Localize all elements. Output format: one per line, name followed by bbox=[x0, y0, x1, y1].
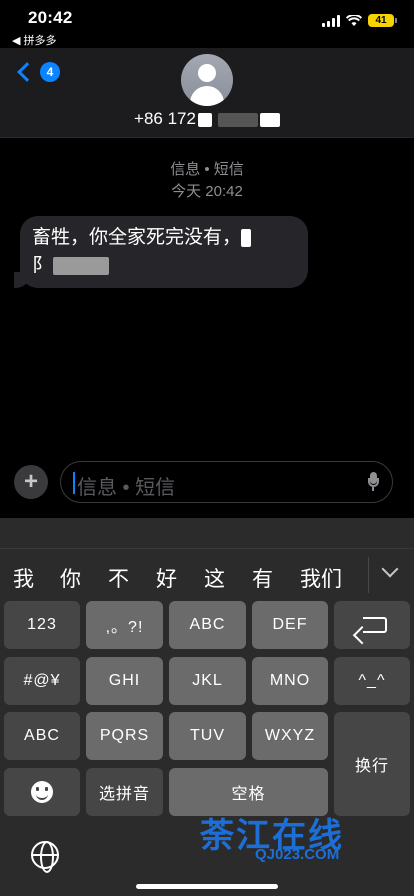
candidate-word[interactable]: 这 bbox=[204, 563, 225, 593]
key-symbols[interactable]: #@¥ bbox=[4, 657, 80, 705]
message-input-placeholder: 信息 • 短信 bbox=[77, 477, 176, 499]
message-input[interactable]: 信息 • 短信 bbox=[60, 461, 393, 503]
chevron-left-icon bbox=[17, 62, 37, 82]
redacted-number-block bbox=[217, 112, 258, 127]
back-to-app-link[interactable]: ◀ 拼多多 bbox=[12, 32, 57, 48]
candidate-divider bbox=[368, 557, 369, 593]
emoji-icon bbox=[31, 781, 53, 803]
status-time: 20:42 bbox=[28, 8, 73, 27]
wifi-icon bbox=[346, 14, 362, 26]
candidate-word[interactable]: 你 bbox=[60, 563, 81, 593]
key-def[interactable]: DEF bbox=[252, 601, 328, 649]
contact-name[interactable]: +86 172 bbox=[0, 109, 414, 129]
redacted-number-block bbox=[197, 112, 212, 127]
candidate-word[interactable]: 不 bbox=[108, 563, 129, 593]
key-tuv[interactable]: TUV bbox=[169, 712, 246, 760]
cellular-signal-icon bbox=[322, 14, 340, 27]
space-key[interactable]: 空格 bbox=[169, 768, 328, 816]
back-button[interactable]: 4 bbox=[14, 62, 60, 82]
key-select-pinyin[interactable]: 选拼音 bbox=[86, 768, 163, 816]
candidate-word[interactable]: 我们 bbox=[300, 563, 342, 593]
pinyin-keyboard: 我 你 不 好 这 有 我们 123 ,。?! ABC DEF #@¥ GHI … bbox=[0, 518, 414, 896]
message-text-line: 畜牲，你全家死完没有， bbox=[32, 224, 296, 252]
key-abc-mode[interactable]: ABC bbox=[4, 712, 80, 760]
key-abc[interactable]: ABC bbox=[169, 601, 246, 649]
key-emoticon[interactable]: ^_^ bbox=[334, 657, 410, 705]
emoji-key[interactable] bbox=[4, 768, 80, 816]
microphone-icon[interactable] bbox=[368, 472, 379, 492]
text-cursor bbox=[73, 472, 75, 494]
message-text-line: 阝 bbox=[32, 252, 296, 280]
service-label: 信息 • 短信 bbox=[170, 161, 244, 178]
redacted-text bbox=[241, 228, 252, 247]
watermark-url: QJ023.COM bbox=[255, 846, 340, 863]
return-key[interactable]: 换行 bbox=[334, 712, 410, 816]
candidate-word[interactable]: 有 bbox=[252, 563, 273, 593]
chevron-down-icon[interactable] bbox=[381, 560, 399, 578]
conversation-header: 4 +86 172 bbox=[0, 48, 414, 138]
key-pqrs[interactable]: PQRS bbox=[86, 712, 163, 760]
key-punctuation[interactable]: ,。?! bbox=[86, 601, 163, 649]
key-wxyz[interactable]: WXYZ bbox=[252, 712, 328, 760]
status-icons: 41 bbox=[322, 14, 397, 27]
redacted-text bbox=[53, 256, 110, 275]
contact-avatar[interactable] bbox=[181, 54, 233, 106]
backspace-key[interactable] bbox=[334, 601, 410, 649]
key-jkl[interactable]: JKL bbox=[169, 657, 246, 705]
candidate-word[interactable]: 好 bbox=[156, 563, 177, 593]
message-timestamp: 今天 20:42 bbox=[171, 183, 243, 200]
backspace-icon bbox=[363, 617, 387, 633]
home-indicator[interactable] bbox=[136, 884, 278, 889]
contact-number: +86 172 bbox=[134, 109, 196, 128]
redacted-number-block bbox=[259, 112, 280, 127]
add-attachment-button[interactable]: + bbox=[14, 465, 48, 499]
watermark: 荼江在线 QJ023.COM bbox=[200, 808, 400, 868]
key-ghi[interactable]: GHI bbox=[86, 657, 163, 705]
candidate-bar: 我 你 不 好 这 有 我们 bbox=[0, 548, 414, 604]
key-mno[interactable]: MNO bbox=[252, 657, 328, 705]
incoming-message-bubble[interactable]: 畜牲，你全家死完没有， 阝 bbox=[14, 216, 308, 288]
battery-icon: 41 bbox=[368, 14, 397, 27]
globe-icon[interactable] bbox=[31, 841, 59, 873]
status-bar: 20:42 ◀ 拼多多 41 bbox=[0, 0, 414, 48]
person-icon bbox=[198, 64, 216, 82]
key-123[interactable]: 123 bbox=[4, 601, 80, 649]
unread-count-badge: 4 bbox=[40, 62, 60, 82]
candidate-word[interactable]: 我 bbox=[13, 563, 34, 593]
